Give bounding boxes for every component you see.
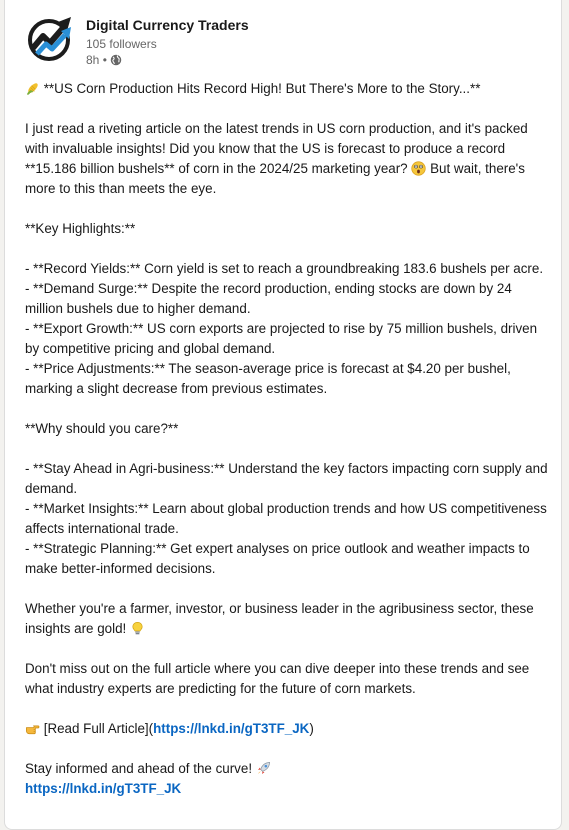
audience-paragraph: Whether you're a farmer, investor, or bu… xyxy=(25,599,549,639)
highlight-item: - **Price Adjustments:** The season-aver… xyxy=(25,361,515,396)
post-time: 8h xyxy=(86,53,100,67)
rocket-icon xyxy=(257,762,270,775)
post-text: **US Corn Production Hits Record High! B… xyxy=(25,79,549,799)
author-name[interactable]: Digital Currency Traders xyxy=(86,17,249,33)
feed-post-card: Digital Currency Traders 105 followers 8… xyxy=(4,0,562,830)
article-link[interactable]: https://lnkd.in/gT3TF_JK xyxy=(153,721,309,736)
highlights-heading: **Key Highlights:** xyxy=(25,221,136,236)
company-logo-avatar[interactable] xyxy=(25,14,73,62)
corn-icon xyxy=(26,83,38,96)
care-heading: **Why should you care?** xyxy=(25,421,179,436)
read-suffix: ) xyxy=(309,721,314,736)
trend-arrow-logo-icon xyxy=(28,17,71,61)
read-article-line: [Read Full Article](https://lnkd.in/gT3T… xyxy=(25,719,549,739)
highlight-item: - **Record Yields:** Corn yield is set t… xyxy=(25,261,544,276)
closing-text: Stay informed and ahead of the curve! xyxy=(25,761,256,776)
light-bulb-icon xyxy=(132,622,143,635)
highlight-item: - **Export Growth:** US corn exports are… xyxy=(25,321,541,356)
post-title: **US Corn Production Hits Record High! B… xyxy=(40,81,481,96)
intro-paragraph: I just read a riveting article on the la… xyxy=(25,119,549,199)
post-meta: 8h • xyxy=(86,53,122,67)
care-item: - **Market Insights:** Learn about globa… xyxy=(25,501,551,536)
highlight-item: - **Demand Surge:** Despite the record p… xyxy=(25,281,516,316)
meta-separator: • xyxy=(102,53,107,67)
audience-text: Whether you're a farmer, investor, or bu… xyxy=(25,601,538,636)
astonished-face-icon xyxy=(411,161,426,176)
pointing-hand-icon xyxy=(26,725,40,735)
post-title-line: **US Corn Production Hits Record High! B… xyxy=(25,79,549,99)
final-link-line: https://lnkd.in/gT3TF_JK xyxy=(25,779,549,799)
closing-line: Stay informed and ahead of the curve! xyxy=(25,759,549,779)
globe-icon xyxy=(110,54,122,66)
read-prefix: [Read Full Article]( xyxy=(40,721,154,736)
care-item: - **Strategic Planning:** Get expert ana… xyxy=(25,541,534,576)
final-link[interactable]: https://lnkd.in/gT3TF_JK xyxy=(25,781,181,796)
cta-paragraph: Don't miss out on the full article where… xyxy=(25,661,533,696)
care-item: - **Stay Ahead in Agri-business:** Under… xyxy=(25,461,552,496)
follower-count: 105 followers xyxy=(86,37,157,51)
